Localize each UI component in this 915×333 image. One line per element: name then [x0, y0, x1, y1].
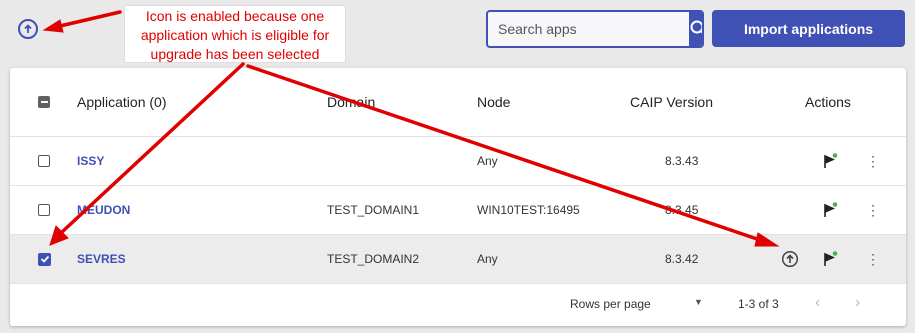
table-row[interactable]: ISSY Any 8.3.43 ⋮: [10, 137, 906, 186]
flag-icon[interactable]: [822, 251, 838, 272]
pagination-range: 1-3 of 3: [738, 297, 779, 311]
more-vertical-icon[interactable]: ⋮: [866, 154, 880, 168]
column-header-caip-version[interactable]: CAIP Version: [630, 68, 713, 136]
chevron-left-icon[interactable]: ‹: [815, 294, 820, 312]
table-header: Application (0) Domain Node CAIP Version…: [10, 68, 906, 137]
caip-version-cell: 8.3.43: [665, 154, 699, 168]
domain-cell: TEST_DOMAIN2: [327, 252, 420, 266]
more-vertical-icon[interactable]: ⋮: [866, 252, 880, 266]
flag-icon[interactable]: [822, 202, 838, 223]
upgrade-icon[interactable]: [781, 250, 799, 273]
upgrade-icon[interactable]: [18, 19, 38, 39]
application-name-link[interactable]: ISSY: [77, 154, 104, 168]
select-all-checkbox[interactable]: [38, 96, 50, 108]
applications-table: Application (0) Domain Node CAIP Version…: [10, 68, 906, 326]
row-checkbox[interactable]: [38, 204, 50, 216]
rows-per-page-dropdown[interactable]: ▼: [694, 297, 703, 307]
column-header-domain[interactable]: Domain: [327, 68, 375, 136]
annotation-line: application which is eligible for: [140, 27, 330, 43]
application-name-link[interactable]: MEUDON: [77, 203, 130, 217]
search-box: [486, 10, 704, 48]
row-checkbox[interactable]: [38, 155, 50, 167]
node-cell: Any: [477, 154, 498, 168]
caip-version-cell: 8.3.45: [665, 203, 699, 217]
column-header-actions: Actions: [805, 94, 851, 110]
caip-version-cell: 8.3.42: [665, 252, 699, 266]
flag-icon[interactable]: [822, 153, 838, 174]
annotation-callout: Icon is enabled because one application …: [124, 5, 346, 63]
annotation-arrow: [58, 10, 122, 28]
annotation-line: Icon is enabled because one: [145, 8, 325, 24]
column-header-node[interactable]: Node: [477, 68, 510, 136]
table-row[interactable]: MEUDON TEST_DOMAIN1 WIN10TEST:16495 8.3.…: [10, 186, 906, 235]
node-cell: Any: [477, 252, 498, 266]
application-name-link[interactable]: SEVRES: [77, 252, 126, 266]
chevron-right-icon[interactable]: ›: [855, 294, 860, 312]
annotation-line: upgrade has been selected: [150, 46, 320, 62]
pagination: Rows per page ▼ 1-3 of 3 ‹ ›: [10, 284, 906, 326]
annotation-arrowhead: [42, 19, 64, 33]
more-vertical-icon[interactable]: ⋮: [866, 203, 880, 217]
check-icon: [40, 255, 49, 263]
search-input[interactable]: [488, 12, 689, 46]
domain-cell: TEST_DOMAIN1: [327, 203, 420, 217]
search-icon: [690, 20, 702, 34]
row-checkbox-checked[interactable]: [38, 252, 51, 266]
table-row-selected[interactable]: SEVRES TEST_DOMAIN2 Any 8.3.42 ⋮: [10, 235, 906, 284]
rows-per-page-label: Rows per page: [570, 297, 651, 311]
import-applications-button[interactable]: Import applications: [712, 10, 905, 47]
column-header-application[interactable]: Application (0): [77, 68, 167, 136]
node-cell: WIN10TEST:16495: [477, 203, 580, 217]
search-button[interactable]: [689, 12, 702, 46]
